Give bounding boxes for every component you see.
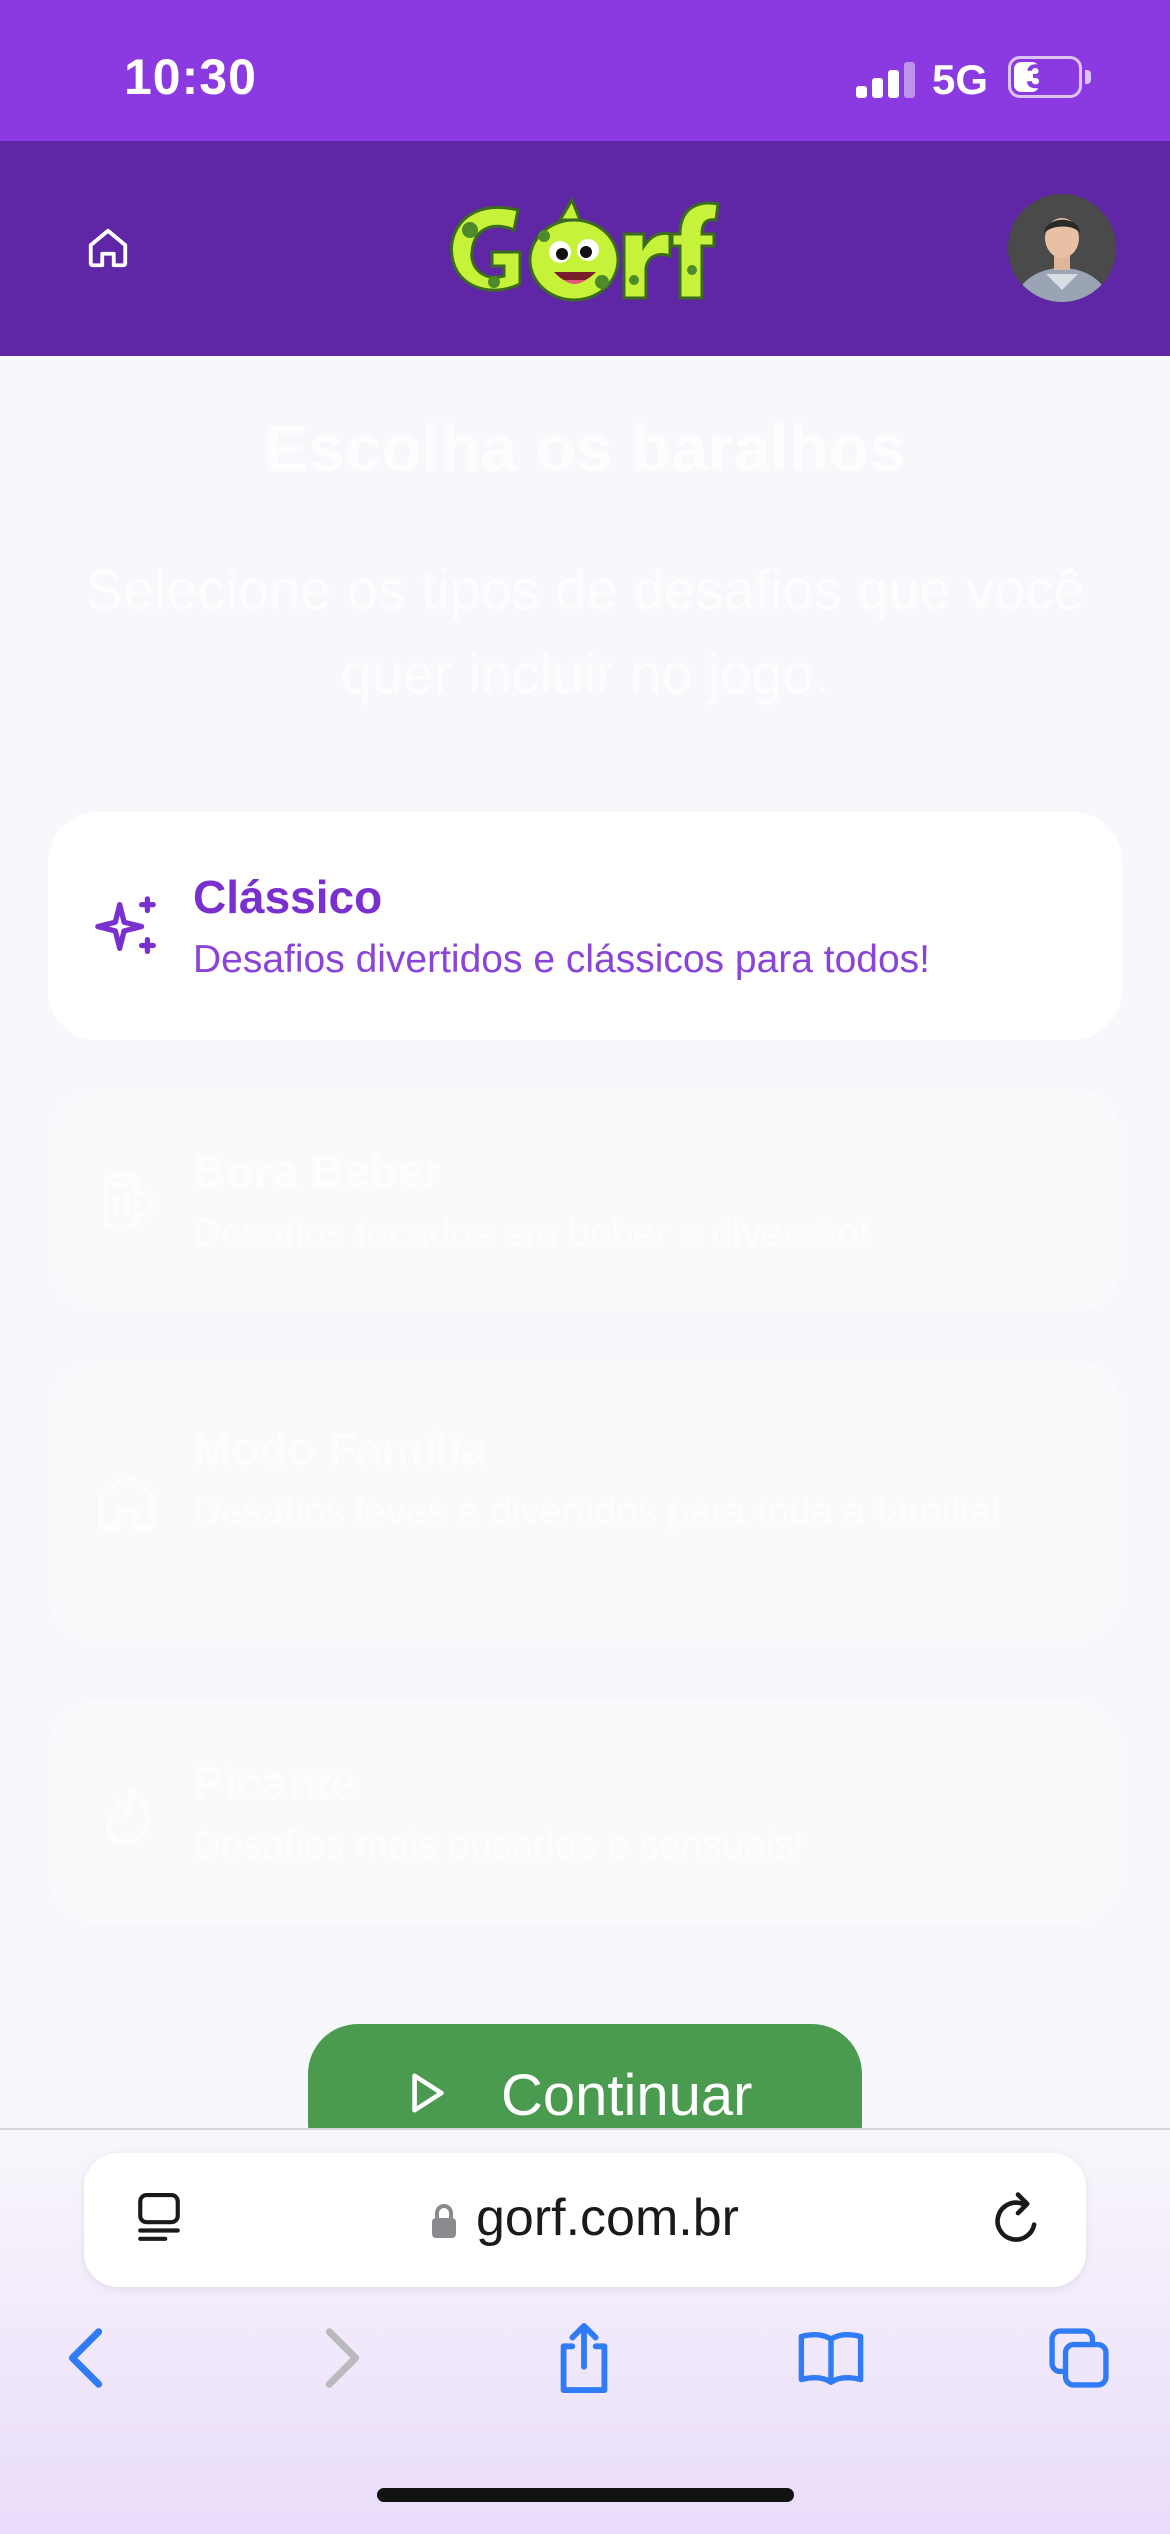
home-icon [88, 228, 128, 268]
deck-name: Modo Família [193, 1423, 487, 1475]
house-icon [98, 1472, 156, 1530]
flame-icon [106, 1787, 151, 1845]
deck-name: Bora Beber [193, 1145, 441, 1197]
continue-label: Continuar [501, 2063, 753, 2128]
deck-description: Desafios mais ousados e sensuais! [193, 1824, 805, 1867]
deck-description: Desafios focados em beber e diversão! [193, 1212, 870, 1255]
signal-icon [856, 60, 916, 98]
deck-description: Desafios leves e divertidos para toda a … [193, 1490, 1002, 1533]
bookmarks-icon[interactable] [796, 2320, 866, 2396]
deck-card-classico[interactable]: Clássico Desafios divertidos e clássicos… [48, 812, 1122, 1040]
deck-description: Desafios divertidos e clássicos para tod… [193, 938, 931, 981]
deck-card-picante[interactable]: Picante Desafios mais ousados e sensuais… [48, 1700, 1122, 1924]
network-label: 5G [932, 56, 989, 103]
battery-level: 36 [1026, 58, 1064, 96]
home-button[interactable] [78, 218, 138, 278]
home-indicator [377, 2488, 794, 2502]
user-avatar[interactable] [1008, 194, 1116, 302]
url-text[interactable]: gorf.com.br [476, 2188, 739, 2248]
sparkles-icon [95, 896, 156, 954]
reader-icon[interactable] [134, 2190, 184, 2246]
avatar-photo-icon [1008, 194, 1116, 302]
share-icon[interactable] [549, 2320, 619, 2396]
deck-card-modo-familia[interactable]: Modo Família Desafios leves e divertidos… [48, 1360, 1122, 1642]
status-time: 10:30 [124, 49, 257, 105]
gorf-logo[interactable] [448, 190, 724, 308]
lock-icon [432, 2204, 456, 2238]
page-subtitle: Selecione os tipos de desafios que você … [85, 558, 1085, 705]
battery-icon: 36 [1008, 56, 1082, 98]
deck-name: Clássico [193, 871, 383, 923]
deck-card-bora-beber[interactable]: Bora Beber Desafios focados em beber e d… [48, 1088, 1122, 1312]
forward-icon[interactable] [306, 2320, 376, 2396]
back-icon[interactable] [52, 2320, 122, 2396]
play-icon [412, 2073, 444, 2113]
beer-mug-icon [103, 1172, 153, 1230]
battery-tip [1085, 70, 1091, 84]
deck-name: Picante [193, 1757, 357, 1809]
page-title: Escolha os baralhos [264, 411, 906, 485]
tabs-icon[interactable] [1044, 2320, 1114, 2396]
reload-icon[interactable] [990, 2190, 1046, 2250]
